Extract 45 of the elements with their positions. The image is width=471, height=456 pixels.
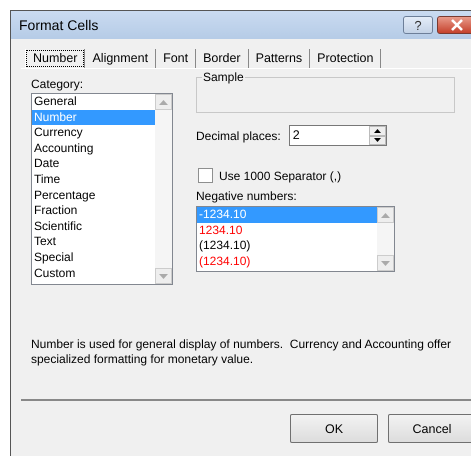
checkbox-label: Use 1000 Separator (,) [219, 168, 342, 182]
decimal-places-spinner[interactable]: 2 [288, 125, 387, 146]
list-item[interactable]: 1234.10 [197, 222, 377, 238]
decimal-places-label: Decimal places: [196, 128, 281, 142]
scrollbar[interactable] [377, 207, 394, 271]
scroll-up-icon[interactable] [377, 207, 394, 223]
list-item[interactable]: Currency [32, 125, 155, 141]
category-label: Category: [31, 77, 84, 91]
tab[interactable]: Patterns [248, 49, 310, 68]
close-button[interactable] [437, 16, 471, 34]
scroll-down-icon[interactable] [377, 255, 394, 271]
ok-button[interactable]: OK [290, 414, 378, 443]
scroll-down-icon[interactable] [155, 268, 172, 284]
list-item[interactable]: (1234.10) [197, 254, 377, 270]
checkbox[interactable] [198, 168, 213, 183]
list-item[interactable]: Special [32, 250, 155, 266]
scroll-up-icon[interactable] [155, 94, 172, 110]
negative-numbers-list[interactable]: -1234.10 1234.10 (1234.10) (1234.10) [196, 206, 395, 272]
list-item[interactable]: General [32, 94, 155, 110]
list-item[interactable]: Date [32, 156, 155, 172]
tab[interactable]: Protection [310, 49, 382, 68]
negative-numbers-label: Negative numbers: [196, 189, 298, 203]
sample-label: Sample [202, 70, 245, 84]
close-icon [450, 19, 464, 31]
tab[interactable]: Font [156, 49, 196, 68]
tab[interactable]: Number [25, 49, 86, 68]
spin-up-icon[interactable] [368, 126, 386, 136]
help-button[interactable]: ? [403, 16, 433, 34]
description-text: Number is used for general display of numbers. Currency and Accounting offer specialized formatting for monetary value. [31, 337, 452, 367]
list-item[interactable]: Custom [32, 266, 155, 282]
list-item[interactable]: Accounting [32, 140, 155, 156]
list-item[interactable]: Scientific [32, 218, 155, 234]
spinner-value: 2 [292, 127, 301, 144]
list-item[interactable]: Fraction [32, 203, 155, 219]
list-item[interactable]: Time [32, 172, 155, 188]
category-list[interactable]: General Number Currency Accounting Date Time Percentage Fraction Scientific Text Special Custom [31, 93, 173, 285]
scrollbar[interactable] [155, 94, 172, 284]
spin-down-icon[interactable] [368, 136, 386, 145]
cancel-button[interactable]: Cancel [388, 414, 471, 443]
list-item[interactable]: (1234.10) [197, 238, 377, 254]
list-item[interactable]: Text [32, 234, 155, 250]
list-item[interactable]: Percentage [32, 188, 155, 204]
tab[interactable]: Border [196, 49, 249, 68]
tab[interactable]: Alignment [85, 49, 156, 68]
window-title: Format Cells [19, 17, 100, 33]
